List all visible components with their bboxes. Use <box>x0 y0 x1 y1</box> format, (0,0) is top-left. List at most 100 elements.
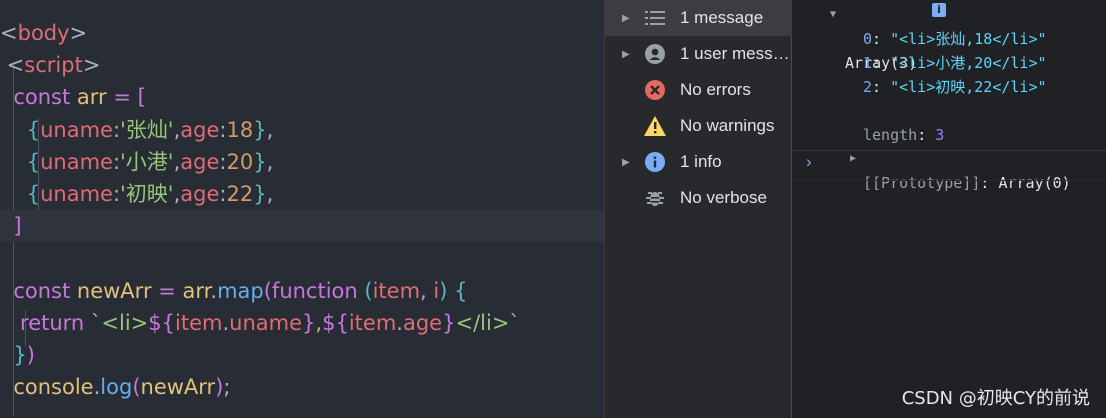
code-line[interactable]: {uname:'初映',age:22}, <box>0 178 604 210</box>
error-icon <box>644 79 666 101</box>
array-header-row[interactable]: ▼ Array(3) i <box>792 3 1106 72</box>
code-token: item <box>348 310 397 335</box>
code-token: function <box>271 278 365 303</box>
code-token: uname <box>40 182 113 206</box>
code-line[interactable]: ] <box>0 210 604 243</box>
sidebar-item-label: 1 info <box>680 152 722 171</box>
array-item-key: 2 <box>863 78 873 96</box>
expand-arrow-icon[interactable]: ▶ <box>622 157 634 168</box>
code-token: : <box>112 182 121 206</box>
sidebar-item-no-verbose[interactable]: ▶No verbose <box>605 180 792 216</box>
array-item-key: 0 <box>863 30 873 48</box>
sidebar-item-1-message[interactable]: ▶ 1 message <box>605 0 792 36</box>
code-line[interactable]: {uname:'小港',age:20}, <box>0 146 604 178</box>
length-row: length: 3 <box>863 126 945 144</box>
code-line[interactable] <box>0 242 604 274</box>
console-output: ▼ Array(3) i 0: "<li>张灿,18</li>" 1: "<li>… <box>792 0 1106 418</box>
expand-arrow-icon[interactable]: ▶ <box>622 13 634 24</box>
array-item-row: 2: "<li>初映,22</li>" <box>863 78 1047 96</box>
code-token: : <box>112 149 121 174</box>
array-item-row: 1: "<li>小港,20</li>" <box>863 54 1047 72</box>
code-token: { <box>26 117 41 142</box>
expand-arrow-icon[interactable]: ▶ <box>622 49 634 60</box>
prototype-row[interactable]: ▶ [[Prototype]]: Array(0) <box>792 123 1106 192</box>
code-token: newArr <box>76 278 152 303</box>
code-line[interactable]: }) <box>0 339 604 371</box>
code-token: } <box>253 149 267 174</box>
code-token: ] <box>13 214 22 239</box>
watermark: CSDN @初映CY的前说 <box>901 388 1090 409</box>
code-line[interactable]: <body> <box>0 17 604 49</box>
code-token: } <box>13 343 27 367</box>
info-badge-icon[interactable]: i <box>932 3 946 17</box>
code-line[interactable]: console.log(newArr); <box>0 371 604 403</box>
code-token: </li>` <box>455 310 520 335</box>
user-icon <box>644 43 666 65</box>
code-token: arr <box>76 85 107 110</box>
code-token: < <box>0 53 25 78</box>
code-token: item <box>175 310 223 335</box>
code-token: ${ <box>322 310 349 335</box>
code-token: } <box>442 310 456 335</box>
code-token: age <box>402 310 443 335</box>
divider <box>792 150 1106 151</box>
code-token: ; <box>223 375 231 400</box>
code-token: script <box>24 53 83 78</box>
array-item-value: "<li>初映,22</li>" <box>890 78 1047 96</box>
code-token: . <box>396 310 403 335</box>
expand-triangle-icon[interactable]: ▼ <box>830 3 836 27</box>
code-token: ${ <box>148 310 176 335</box>
array-item-row: 0: "<li>张灿,18</li>" <box>863 30 1047 48</box>
array-item-value: "<li>小港,20</li>" <box>890 54 1047 72</box>
sidebar-item-1-info[interactable]: ▶ 1 info <box>605 144 792 180</box>
code-token: `<li> <box>90 310 149 335</box>
sidebar-item-no-warnings[interactable]: ▶No warnings <box>605 108 792 144</box>
sidebar-item-label: No warnings <box>680 116 775 135</box>
code-token: ) <box>26 343 35 367</box>
sidebar-item-no-errors[interactable]: ▶No errors <box>605 72 792 108</box>
code-token: uname <box>229 310 303 335</box>
code-token: age <box>180 149 220 174</box>
code-token: , <box>420 278 434 303</box>
code-token: age <box>180 182 220 206</box>
code-token: { <box>26 182 41 206</box>
divider <box>792 180 1106 181</box>
code-token: > <box>69 21 88 45</box>
array-item-key: 1 <box>863 54 873 72</box>
code-line[interactable]: return `<li>${item.uname},${item.age}</l… <box>0 307 604 339</box>
list-icon <box>644 7 666 29</box>
code-token: return <box>20 310 91 335</box>
code-token: newArr <box>140 375 216 400</box>
bug-icon <box>644 187 666 209</box>
code-token: , <box>266 117 274 142</box>
console-prompt[interactable]: › <box>806 152 812 172</box>
sidebar-item-label: No verbose <box>680 188 767 207</box>
code-token: const <box>0 85 77 110</box>
code-token: const <box>0 278 77 303</box>
info-icon <box>644 151 666 173</box>
code-token: [ <box>137 85 146 110</box>
code-line[interactable]: const newArr = arr.map(function (item, i… <box>0 275 604 307</box>
sidebar-item-1-user-messages[interactable]: ▶ 1 user messages <box>605 36 792 72</box>
code-token: 18 <box>226 117 254 142</box>
code-token: console <box>0 375 94 400</box>
code-token: uname <box>40 149 113 174</box>
code-token: , <box>266 182 274 206</box>
code-line[interactable]: {uname:'张灿',age:18}, <box>0 114 604 146</box>
code-token: { <box>447 278 468 303</box>
code-line[interactable]: <script> <box>0 49 604 81</box>
code-line[interactable]: const arr = [ <box>0 81 604 113</box>
code-token: : <box>112 117 121 142</box>
code-token: '小港' <box>120 149 174 174</box>
code-token: } <box>253 117 267 142</box>
code-editor[interactable]: <body> <script> const arr = [ {uname:'张灿… <box>0 0 604 418</box>
code-token: map <box>217 278 264 303</box>
code-token: body <box>17 21 70 45</box>
sidebar-item-label: 1 message <box>680 8 764 27</box>
code-token: , <box>266 149 274 174</box>
